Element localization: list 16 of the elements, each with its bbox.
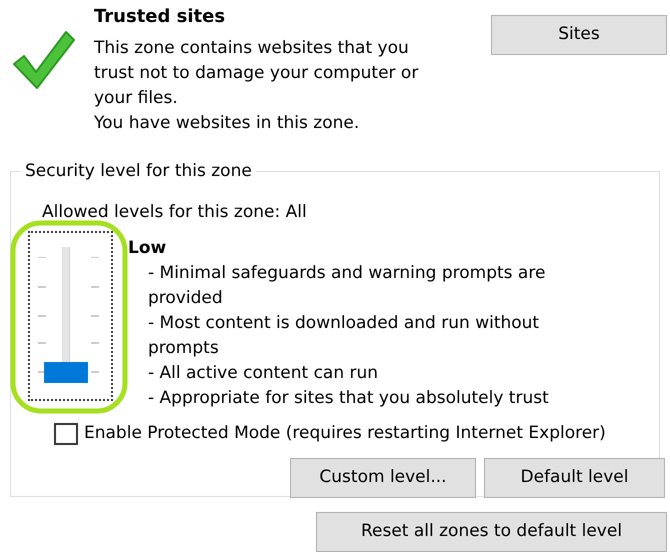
allowed-levels-label: Allowed levels for this zone: All bbox=[42, 201, 308, 224]
zone-title: Trusted sites bbox=[94, 5, 226, 29]
zone-description: This zone contains websites that you trust not to damage your computer or your files. bbox=[94, 37, 420, 110]
checkbox[interactable] bbox=[54, 422, 78, 444]
level-detail: - All active content can run bbox=[148, 362, 380, 385]
zone-status: You have websites in this zone. bbox=[94, 112, 360, 135]
level-name: Low bbox=[128, 237, 168, 260]
slider-thumb[interactable] bbox=[44, 362, 88, 383]
sites-button[interactable]: Sites bbox=[491, 15, 667, 55]
reset-zones-button[interactable]: Reset all zones to default level bbox=[316, 512, 667, 552]
custom-level-button[interactable]: Custom level... bbox=[290, 458, 476, 498]
level-detail: - Minimal safeguards and warning prompts are provided bbox=[148, 262, 546, 310]
default-level-button[interactable]: Default level bbox=[484, 458, 665, 498]
protected-mode-label: Enable Protected Mode (requires restarting Internet Explorer) bbox=[84, 422, 606, 445]
level-detail: - Most content is downloaded and run without prompts bbox=[148, 312, 540, 360]
level-detail: - Appropriate for sites that you absolutely trust bbox=[148, 387, 550, 410]
